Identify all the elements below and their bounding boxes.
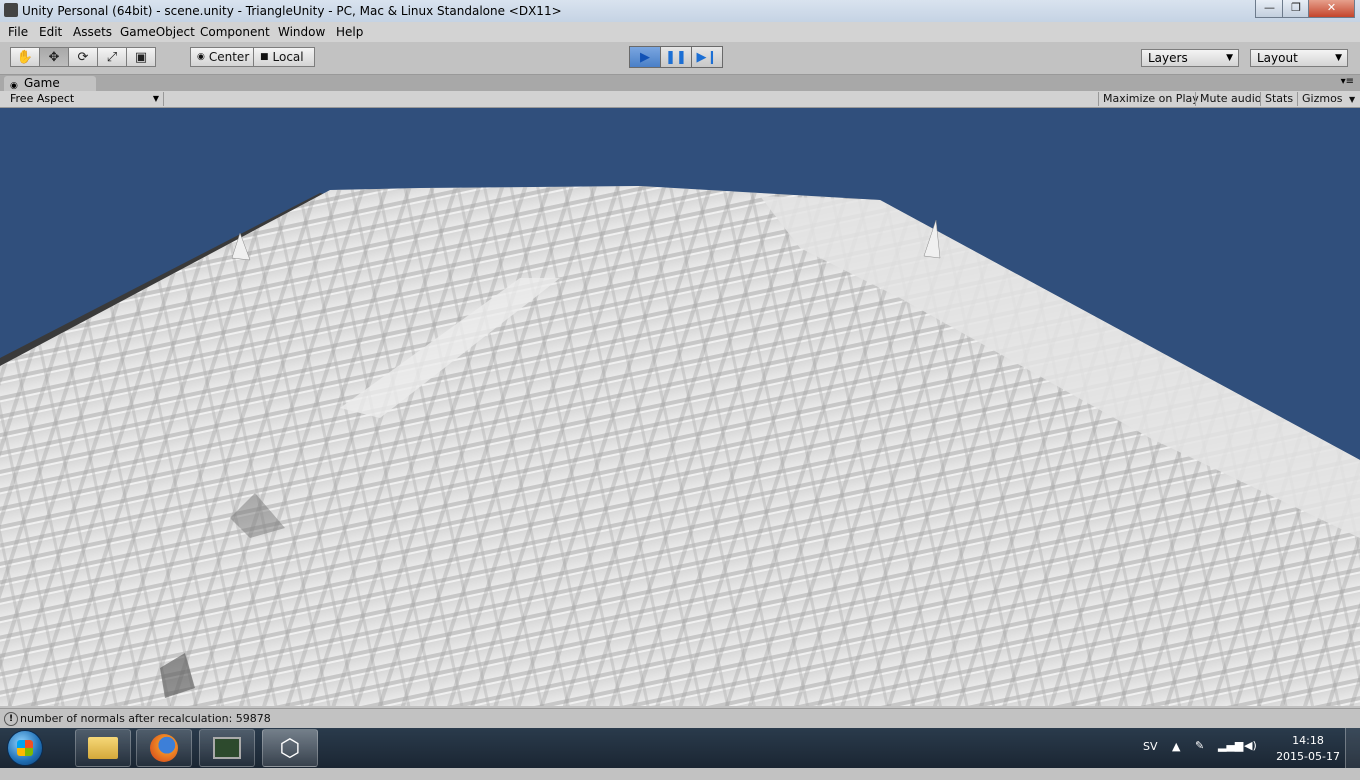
gizmos-dropdown[interactable]: Gizmos ▼: [1297, 92, 1359, 106]
tab-strip: ◉ Game ▾≡: [0, 75, 1360, 91]
hand-tool-button[interactable]: ✋: [10, 47, 40, 67]
aspect-label: Free Aspect: [10, 92, 75, 105]
layout-label: Layout: [1257, 51, 1298, 65]
taskbar-unity[interactable]: ⬡: [262, 729, 318, 767]
volume-icon[interactable]: ◀): [1244, 739, 1257, 779]
unity-icon: ⬡: [279, 734, 301, 762]
tab-game-label: Game: [24, 76, 60, 90]
title-bar: Unity Personal (64bit) - scene.unity - T…: [0, 0, 1360, 22]
windows-start-icon: [7, 730, 43, 766]
close-button[interactable]: ✕: [1308, 0, 1355, 18]
explorer-icon: [88, 737, 118, 759]
window-title: Unity Personal (64bit) - scene.unity - T…: [22, 4, 562, 18]
menu-help[interactable]: Help: [336, 25, 363, 39]
menu-component[interactable]: Component: [200, 25, 270, 39]
start-button[interactable]: [2, 729, 48, 767]
menu-bar: File Edit Assets GameObject Component Wi…: [0, 22, 1360, 42]
game-view-toolbar: Free Aspect ▼ Maximize on Play Mute audi…: [0, 91, 1360, 108]
info-icon: !: [4, 712, 18, 726]
taskbar-explorer[interactable]: [75, 729, 131, 767]
tab-menu-icon[interactable]: ▾≡: [1341, 76, 1354, 87]
minimize-button[interactable]: —: [1255, 0, 1284, 18]
mute-audio-toggle[interactable]: Mute audio: [1195, 92, 1266, 106]
show-desktop-button[interactable]: [1345, 728, 1360, 768]
maximize-on-play-toggle[interactable]: Maximize on Play: [1098, 92, 1203, 106]
space-label: Local: [272, 50, 304, 64]
menu-edit[interactable]: Edit: [39, 25, 62, 39]
taskbar-terminal[interactable]: [199, 729, 255, 767]
layers-dropdown[interactable]: Layers ▼: [1141, 49, 1239, 67]
play-controls: ▶ ❚❚ ▶❙: [629, 46, 723, 68]
move-icon: ✥: [48, 49, 60, 65]
scale-icon: ⤢: [106, 49, 118, 65]
clock-date: 2015-05-17: [1276, 750, 1340, 763]
firefox-icon: [150, 734, 178, 762]
maximize-button[interactable]: ❐: [1282, 0, 1310, 18]
tray-expand-icon[interactable]: ▲: [1172, 740, 1180, 780]
tab-game[interactable]: ◉ Game: [4, 76, 96, 91]
pause-button[interactable]: ❚❚: [660, 46, 692, 68]
pivot-icon: ◉: [197, 52, 205, 62]
status-bar: ! number of normals after recalculation:…: [0, 708, 1360, 729]
chevron-down-icon: ▼: [1226, 53, 1233, 63]
unity-app-icon: [4, 3, 18, 17]
layers-label: Layers: [1148, 51, 1188, 65]
terrain-render: [0, 108, 1360, 706]
clock-time: 14:18: [1292, 734, 1324, 747]
console-message[interactable]: number of normals after recalculation: 5…: [20, 712, 271, 725]
pivot-toggles: ◉ Center ■ Local: [190, 47, 315, 67]
pivot-label: Center: [208, 50, 250, 64]
local-cube-icon: ■: [260, 52, 269, 62]
aspect-dropdown[interactable]: Free Aspect ▼: [4, 92, 164, 106]
system-clock[interactable]: 14:18 2015-05-17: [1276, 733, 1340, 765]
play-icon: ▶: [640, 49, 650, 65]
menu-window[interactable]: Window: [278, 25, 325, 39]
play-button[interactable]: ▶: [629, 46, 661, 68]
scale-tool-button[interactable]: ⤢: [97, 47, 127, 67]
pivot-local-toggle[interactable]: ■ Local: [253, 47, 315, 67]
chevron-down-icon: ▼: [1335, 53, 1342, 63]
transform-tools: ✋ ✥ ⟳ ⤢ ▣: [10, 47, 156, 67]
main-toolbar: ✋ ✥ ⟳ ⤢ ▣ ◉ Center ■ Local ▶ ❚❚ ▶❙ Layer…: [0, 42, 1360, 75]
step-button[interactable]: ▶❙: [691, 46, 723, 68]
menu-assets[interactable]: Assets: [73, 25, 112, 39]
terminal-icon: [213, 737, 241, 759]
windows-taskbar: ⬡ SV ▲ ✎ ▂▄▆ ◀) 14:18 2015-05-17: [0, 728, 1360, 768]
pause-icon: ❚❚: [665, 49, 687, 65]
stats-toggle[interactable]: Stats: [1260, 92, 1297, 106]
gizmos-label: Gizmos: [1302, 92, 1343, 105]
hand-icon: ✋: [16, 49, 34, 65]
rect-tool-button[interactable]: ▣: [126, 47, 156, 67]
flash-icon[interactable]: ✎: [1195, 739, 1204, 779]
rotate-tool-button[interactable]: ⟳: [68, 47, 98, 67]
chevron-down-icon: ▼: [152, 94, 159, 103]
taskbar-firefox[interactable]: [136, 729, 192, 767]
rotate-icon: ⟳: [77, 49, 89, 65]
network-icon[interactable]: ▂▄▆: [1218, 739, 1243, 779]
move-tool-button[interactable]: ✥: [39, 47, 69, 67]
game-viewport[interactable]: [0, 108, 1360, 706]
rect-icon: ▣: [134, 49, 148, 65]
menu-file[interactable]: File: [8, 25, 28, 39]
menu-gameobject[interactable]: GameObject: [120, 25, 195, 39]
chevron-down-icon: ▼: [1349, 95, 1356, 104]
layout-dropdown[interactable]: Layout ▼: [1250, 49, 1348, 67]
language-indicator[interactable]: SV: [1143, 740, 1158, 780]
step-icon: ▶❙: [696, 49, 718, 65]
pivot-center-toggle[interactable]: ◉ Center: [190, 47, 254, 67]
